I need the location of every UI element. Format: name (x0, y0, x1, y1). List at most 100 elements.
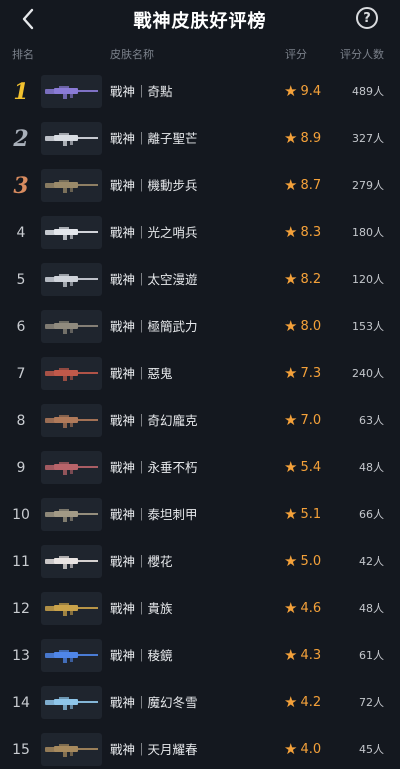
ranking-row[interactable]: 6 戰神｜極簡武力 ★ 8.0 153人 (0, 303, 400, 350)
rank-number: 8 (16, 412, 26, 429)
skin-thumbnail[interactable] (41, 686, 102, 719)
skin-thumbnail[interactable] (41, 263, 102, 296)
rank-number: 9 (16, 459, 26, 476)
skin-score: ★ 5.0 (284, 538, 321, 585)
skin-score: ★ 5.1 (284, 491, 321, 538)
ranking-row[interactable]: 7 戰神｜惡鬼 ★ 7.3 240人 (0, 350, 400, 397)
rifle-icon (45, 180, 98, 193)
skin-thumbnail[interactable] (41, 498, 102, 531)
star-icon: ★ (284, 270, 298, 288)
page-title: 戰神皮肤好评榜 (133, 11, 267, 32)
ranking-row[interactable]: 11 戰神｜櫻花 ★ 5.0 42人 (0, 538, 400, 585)
ranking-row[interactable]: 1 戰神｜奇點 ★ 9.4 489人 (0, 68, 400, 115)
score-value: 8.7 (300, 178, 322, 193)
skin-thumbnail[interactable] (41, 310, 102, 343)
skin-name: 戰神｜稜鏡 (110, 648, 173, 663)
skin-thumbnail[interactable] (41, 592, 102, 625)
rifle-icon (45, 368, 98, 381)
score-value: 8.3 (300, 225, 322, 240)
rifle-icon (45, 415, 98, 428)
ranking-row[interactable]: 10 戰神｜泰坦刺甲 ★ 5.1 66人 (0, 491, 400, 538)
skin-name: 戰神｜極簡武力 (110, 319, 198, 334)
skin-name: 戰神｜泰坦刺甲 (110, 507, 198, 522)
rifle-icon (45, 697, 98, 710)
rifle-icon (45, 321, 98, 334)
rifle-icon (45, 650, 98, 663)
rifle-icon (45, 509, 98, 522)
ranking-row[interactable]: 13 戰神｜稜鏡 ★ 4.3 61人 (0, 632, 400, 679)
rating-count: 63人 (359, 414, 384, 427)
column-header-score: 评分 (285, 48, 307, 61)
score-value: 7.0 (300, 413, 322, 428)
rifle-icon (45, 274, 98, 287)
star-icon: ★ (284, 411, 298, 429)
score-value: 8.9 (300, 131, 322, 146)
skin-score: ★ 8.2 (284, 256, 321, 303)
skin-score: ★ 5.4 (284, 444, 321, 491)
skin-name: 戰神｜天月耀春 (110, 742, 198, 757)
skin-name: 戰神｜貴族 (110, 601, 173, 616)
ranking-row[interactable]: 4 戰神｜光之哨兵 ★ 8.3 180人 (0, 209, 400, 256)
skin-thumbnail[interactable] (41, 122, 102, 155)
skin-thumbnail[interactable] (41, 639, 102, 672)
skin-name: 戰神｜光之哨兵 (110, 225, 198, 240)
rifle-icon (45, 744, 98, 757)
question-icon: ? (363, 10, 371, 26)
ranking-row[interactable]: 3 戰神｜機動步兵 ★ 8.7 279人 (0, 162, 400, 209)
score-value: 5.4 (300, 460, 322, 475)
skin-thumbnail[interactable] (41, 733, 102, 766)
star-icon: ★ (284, 505, 298, 523)
ranking-row[interactable]: 14 戰神｜魔幻冬雪 ★ 4.2 72人 (0, 679, 400, 726)
ranking-list: 1 戰神｜奇點 ★ 9.4 489人 2 戰神｜離子聖芒 ★ 8.9 327人 3 戰神｜機動步兵 ★ 8… (0, 68, 400, 769)
skin-thumbnail[interactable] (41, 216, 102, 249)
rank-number: 6 (16, 318, 26, 335)
star-icon: ★ (284, 646, 298, 664)
rank-number: 4 (16, 224, 26, 241)
skin-thumbnail[interactable] (41, 75, 102, 108)
skin-score: ★ 8.7 (284, 162, 321, 209)
skin-score: ★ 4.3 (284, 632, 321, 679)
help-button[interactable]: ? (356, 7, 378, 29)
skin-score: ★ 4.0 (284, 726, 321, 769)
score-value: 8.2 (300, 272, 322, 287)
star-icon: ★ (284, 552, 298, 570)
skin-thumbnail[interactable] (41, 357, 102, 390)
rank-number: 10 (12, 506, 30, 523)
rating-count: 279人 (352, 179, 384, 192)
ranking-row[interactable]: 15 戰神｜天月耀春 ★ 4.0 45人 (0, 726, 400, 769)
column-header-name: 皮肤名称 (110, 48, 154, 61)
skin-name: 戰神｜惡鬼 (110, 366, 173, 381)
rank-medal-gold: 1 (13, 78, 29, 105)
star-icon: ★ (284, 693, 298, 711)
skin-name: 戰神｜櫻花 (110, 554, 173, 569)
skin-name: 戰神｜奇點 (110, 84, 173, 99)
skin-thumbnail[interactable] (41, 545, 102, 578)
skin-score: ★ 8.0 (284, 303, 321, 350)
skin-name: 戰神｜奇幻龐克 (110, 413, 198, 428)
score-value: 4.2 (300, 695, 322, 710)
column-header-rank: 排名 (12, 48, 34, 61)
skin-thumbnail[interactable] (41, 451, 102, 484)
ranking-row[interactable]: 8 戰神｜奇幻龐克 ★ 7.0 63人 (0, 397, 400, 444)
rank-medal-silver: 2 (13, 125, 29, 152)
ranking-row[interactable]: 5 戰神｜太空漫遊 ★ 8.2 120人 (0, 256, 400, 303)
skin-score: ★ 8.9 (284, 115, 321, 162)
ranking-row[interactable]: 9 戰神｜永垂不朽 ★ 5.4 48人 (0, 444, 400, 491)
rating-count: 45人 (359, 743, 384, 756)
score-value: 4.0 (300, 742, 322, 757)
skin-thumbnail[interactable] (41, 169, 102, 202)
ranking-row[interactable]: 12 戰神｜貴族 ★ 4.6 48人 (0, 585, 400, 632)
rating-count: 48人 (359, 602, 384, 615)
star-icon: ★ (284, 740, 298, 758)
star-icon: ★ (284, 599, 298, 617)
rank-number: 13 (12, 647, 30, 664)
rank-number: 11 (12, 553, 30, 570)
ranking-row[interactable]: 2 戰神｜離子聖芒 ★ 8.9 327人 (0, 115, 400, 162)
rifle-icon (45, 462, 98, 475)
score-value: 5.0 (300, 554, 322, 569)
skin-name: 戰神｜離子聖芒 (110, 131, 198, 146)
score-value: 7.3 (300, 366, 322, 381)
skin-thumbnail[interactable] (41, 404, 102, 437)
rating-count: 120人 (352, 273, 384, 286)
rifle-icon (45, 603, 98, 616)
